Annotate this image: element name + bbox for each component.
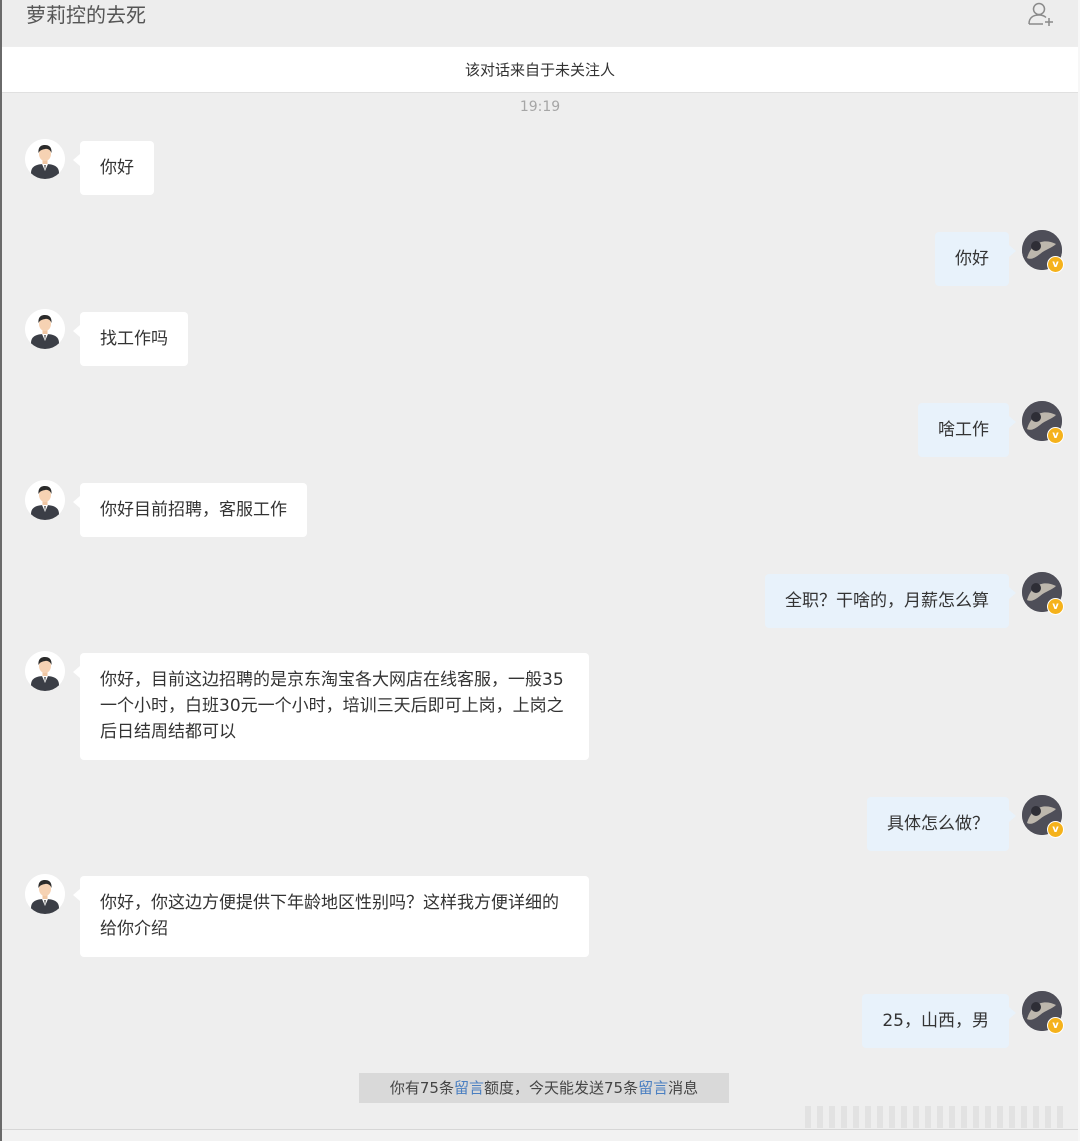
chat-header: 萝莉控的去死 xyxy=(2,0,1078,46)
vip-badge: v xyxy=(1047,1017,1064,1034)
received-message-bubble[interactable]: 你好，目前这边招聘的是京东淘宝各大网店在线客服，一般35一个小时，白班30元一个… xyxy=(73,653,589,760)
message-board-link[interactable]: 留言 xyxy=(638,1079,668,1097)
sent-message-bubble[interactable]: 具体怎么做？ xyxy=(867,797,1016,851)
businessman-icon xyxy=(25,480,65,520)
quota-text-3: 消息 xyxy=(668,1079,699,1097)
businessman-icon xyxy=(25,874,65,914)
received-message-bubble[interactable]: 你好目前招聘，客服工作 xyxy=(73,483,307,537)
received-message-bubble[interactable]: 找工作吗 xyxy=(73,312,188,366)
sent-message-bubble[interactable]: 啥工作 xyxy=(918,403,1016,457)
watermark-stripes xyxy=(805,1106,1075,1128)
businessman-icon xyxy=(25,309,65,349)
sent-message-bubble[interactable]: 你好 xyxy=(935,232,1016,286)
vip-badge: v xyxy=(1047,427,1064,444)
sender-avatar[interactable] xyxy=(25,651,65,691)
message-timestamp: 19:19 xyxy=(519,99,561,115)
received-message-bubble[interactable]: 你好，你这边方便提供下年龄地区性别吗？这样我方便详细的给你介绍 xyxy=(73,876,589,957)
businessman-icon xyxy=(25,139,65,179)
user-avatar[interactable]: v xyxy=(1022,572,1064,615)
vip-badge: v xyxy=(1047,598,1064,615)
user-avatar[interactable]: v xyxy=(1022,991,1064,1034)
person-add-icon[interactable] xyxy=(1026,0,1056,30)
user-avatar[interactable]: v xyxy=(1022,230,1064,273)
chat-title: 萝莉控的去死 xyxy=(26,3,146,27)
sent-message-bubble[interactable]: 全职？干啥的，月薪怎么算 xyxy=(765,574,1016,628)
vip-badge: v xyxy=(1047,256,1064,273)
composer-area[interactable] xyxy=(2,1130,1078,1141)
window-left-border xyxy=(0,0,2,1141)
user-avatar[interactable]: v xyxy=(1022,401,1064,444)
message-board-link[interactable]: 留言 xyxy=(454,1079,484,1097)
sender-avatar[interactable] xyxy=(25,139,65,179)
quota-text-1: 你有75条 xyxy=(389,1079,454,1097)
message-quota-notice: 你有75条留言额度，今天能发送75条留言消息 xyxy=(359,1073,729,1103)
received-message-bubble[interactable]: 你好 xyxy=(73,141,154,195)
sender-avatar[interactable] xyxy=(25,309,65,349)
businessman-icon xyxy=(25,651,65,691)
sender-avatar[interactable] xyxy=(25,874,65,914)
sent-message-bubble[interactable]: 25，山西，男 xyxy=(862,994,1016,1048)
quota-text-2: 额度，今天能发送75条 xyxy=(483,1079,639,1097)
unfollowed-notice: 该对话来自于未关注人 xyxy=(2,47,1078,93)
user-avatar[interactable]: v xyxy=(1022,795,1064,838)
sender-avatar[interactable] xyxy=(25,480,65,520)
vip-badge: v xyxy=(1047,821,1064,838)
